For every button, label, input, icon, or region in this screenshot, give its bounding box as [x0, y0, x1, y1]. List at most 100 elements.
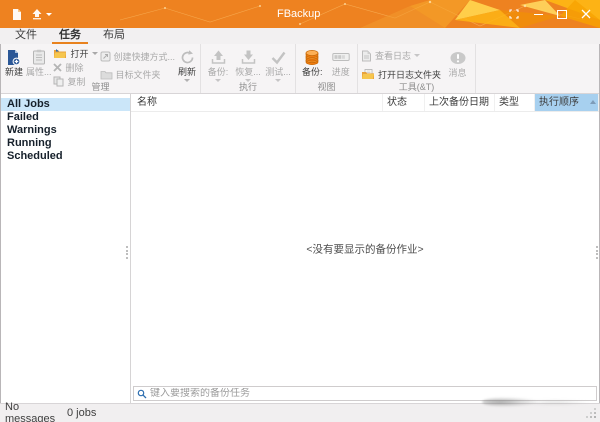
search-icon — [137, 389, 147, 399]
splitter-dots-right-icon[interactable] — [595, 246, 598, 259]
dest-folder-button[interactable]: 目标文件夹 — [100, 69, 176, 80]
backup-db-stack-icon — [303, 49, 321, 66]
tab-layout[interactable]: 布局 — [92, 28, 136, 44]
properties-label: 属性... — [26, 67, 52, 77]
sidebar-item-running[interactable]: Running — [1, 137, 130, 150]
open-folder-icon — [53, 48, 67, 59]
new-page-icon — [12, 8, 22, 21]
dropdown-caret-icon — [46, 13, 52, 16]
tab-file[interactable]: 文件 — [4, 28, 48, 44]
progress-button[interactable]: 进度 — [328, 46, 355, 77]
style-button[interactable] — [502, 0, 526, 28]
manage-small-column-2: 创建快捷方式... 目标文件夹 — [100, 46, 176, 80]
open-label: 打开 — [70, 47, 88, 60]
log-folder-icon — [361, 69, 375, 80]
column-header-status[interactable]: 状态 — [383, 94, 425, 111]
minimize-icon — [534, 14, 543, 15]
backup-button[interactable]: 备份: — [204, 46, 232, 82]
open-dropdown-caret-icon — [92, 52, 98, 55]
backup-tray-up-icon — [210, 49, 227, 66]
restore-label: 恢复... — [235, 67, 261, 77]
ribbon-group-view: 备份: 进度 视图 — [296, 44, 358, 93]
sidebar-item-warnings[interactable]: Warnings — [1, 124, 130, 137]
close-button[interactable] — [574, 0, 598, 28]
column-header-execution-order[interactable]: 执行顺序 — [535, 94, 599, 111]
messages-label: 消息 — [449, 68, 467, 78]
open-button[interactable]: 打开 — [53, 48, 97, 59]
quick-access-toolbar — [12, 0, 52, 28]
open-log-folder-button[interactable]: 打开日志文件夹 — [361, 69, 441, 80]
refresh-icon — [179, 49, 196, 66]
column-header-name[interactable]: 名称 — [131, 94, 383, 111]
maximize-button[interactable] — [550, 0, 574, 28]
maximize-icon — [557, 10, 567, 19]
sort-ascending-icon — [590, 100, 596, 104]
view-backup-button[interactable]: 备份: — [299, 46, 326, 77]
new-job-button[interactable]: 新建 — [4, 46, 24, 77]
status-jobs-count: 0 jobs — [62, 407, 96, 419]
column-header-last-backup-date[interactable]: 上次备份日期 — [425, 94, 495, 111]
main-area: All Jobs Failed Warnings Running Schedul… — [1, 94, 599, 403]
delete-x-icon — [53, 63, 62, 72]
view-backup-label: 备份: — [302, 67, 323, 77]
restore-button[interactable]: 恢复... — [234, 46, 262, 82]
group-label-execute: 执行 — [201, 82, 295, 93]
delete-button[interactable]: 删除 — [53, 62, 97, 73]
column-header-execution-order-label: 执行顺序 — [539, 97, 579, 108]
create-shortcut-label: 创建快捷方式... — [114, 50, 176, 63]
manage-small-column-1: 打开 删除 复制 — [53, 46, 97, 87]
ribbon: 新建 属性... — [1, 44, 599, 94]
dest-folder-icon — [100, 70, 113, 80]
search-bar — [133, 386, 597, 401]
job-list-empty-zone: <没有要显示的备份作业> — [131, 112, 599, 386]
tab-task[interactable]: 任务 — [48, 28, 92, 44]
empty-jobs-message: <没有要显示的备份作业> — [306, 242, 423, 257]
create-shortcut-button[interactable]: 创建快捷方式... — [100, 51, 176, 62]
window-title: FBackup — [277, 0, 320, 28]
progress-bar-icon — [332, 52, 350, 62]
progress-label: 进度 — [332, 67, 350, 77]
view-logs-button[interactable]: 查看日志 — [361, 50, 441, 61]
ribbon-group-manage: 新建 属性... — [1, 44, 201, 93]
backup-up-arrow-icon — [31, 8, 43, 20]
view-logs-label: 查看日志 — [375, 49, 411, 62]
job-filter-sidebar: All Jobs Failed Warnings Running Schedul… — [1, 94, 131, 403]
sidebar-item-scheduled[interactable]: Scheduled — [1, 150, 130, 163]
sidebar-item-all-jobs[interactable]: All Jobs — [1, 98, 130, 111]
group-label-tools: 工具(&T) — [358, 82, 475, 93]
view-logs-dropdown-caret-icon — [414, 54, 420, 57]
job-list-area: 名称 状态 上次备份日期 类型 执行顺序 <没有要显示的备份作业> — [131, 94, 599, 403]
splitter-dots-icon[interactable] — [125, 246, 128, 259]
restore-tray-down-icon — [240, 49, 257, 66]
ribbon-tab-row: 文件 任务 布局 — [0, 28, 600, 44]
window-controls — [502, 0, 598, 28]
test-label: 测试... — [265, 67, 291, 77]
properties-button[interactable]: 属性... — [26, 46, 52, 77]
close-icon — [581, 9, 591, 19]
new-job-label: 新建 — [5, 67, 23, 77]
shortcut-icon — [100, 51, 111, 62]
test-check-icon — [270, 49, 287, 66]
fbackup-window: FBackup 文件 任务 布局 — [0, 0, 600, 422]
quick-new-job-button[interactable] — [12, 8, 22, 21]
resize-grip-icon[interactable] — [594, 416, 596, 418]
sidebar-item-failed[interactable]: Failed — [1, 111, 130, 124]
properties-clipboard-icon — [32, 49, 46, 65]
test-button[interactable]: 测试... — [264, 46, 292, 82]
titlebar: FBackup — [0, 0, 600, 28]
refresh-button[interactable]: 刷新 — [177, 46, 197, 82]
minimize-button[interactable] — [526, 0, 550, 28]
group-label-view: 视图 — [296, 82, 357, 93]
quick-backup-button[interactable] — [31, 8, 52, 20]
messages-exclaim-icon — [449, 51, 467, 66]
open-log-folder-label: 打开日志文件夹 — [378, 68, 441, 81]
job-list-header: 名称 状态 上次备份日期 类型 执行顺序 — [131, 94, 599, 112]
column-header-type[interactable]: 类型 — [495, 94, 535, 111]
dest-folder-label: 目标文件夹 — [116, 68, 161, 81]
delete-label: 删除 — [65, 61, 83, 74]
new-document-icon — [5, 49, 22, 66]
search-input[interactable] — [150, 388, 596, 399]
ribbon-group-execute: 备份: 恢复... 测试... — [201, 44, 296, 93]
messages-button[interactable]: 消息 — [443, 46, 472, 78]
ribbon-group-tools: 查看日志 打开日志文件夹 — [358, 44, 476, 93]
